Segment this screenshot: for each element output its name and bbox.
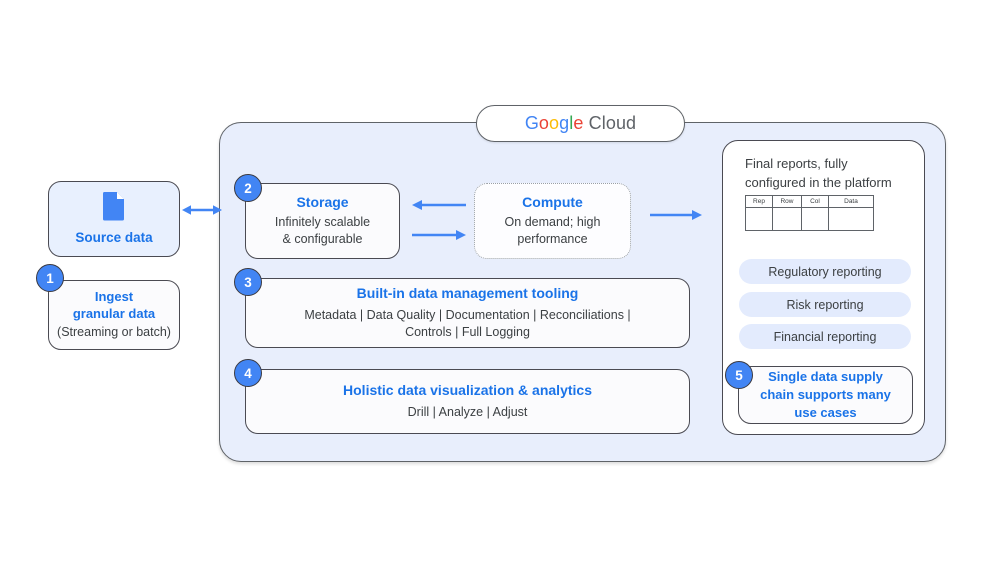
storage-line1: Infinitely scalable: [274, 215, 371, 230]
table-cell-rep: [745, 207, 773, 231]
final-reports-panel: Final reports, fully configured in the p…: [722, 140, 925, 435]
compute-line1: On demand; high: [504, 215, 601, 230]
storage-line2: & configurable: [282, 232, 363, 247]
visualization-line1: Drill | Analyze | Adjust: [407, 404, 528, 419]
google-cloud-logo-badge: Google Cloud: [476, 105, 685, 142]
table-header-data: Data: [828, 195, 874, 208]
data-management-tooling-card: Built-in data management tooling Metadat…: [245, 278, 690, 348]
source-to-platform-arrow: [182, 205, 222, 215]
logo-letter-g2: g: [559, 113, 570, 133]
compute-card: Compute On demand; high performance: [474, 183, 631, 259]
step-badge-4: 4: [234, 359, 262, 387]
compute-to-storage-arrow: [412, 200, 466, 210]
logo-letter-o1: o: [538, 113, 550, 133]
source-data-card: Source data: [48, 181, 180, 257]
storage-card: Storage Infinitely scalable & configurab…: [245, 183, 400, 259]
logo-cloud-text: Cloud: [588, 113, 637, 133]
logo-word-cloud: Cloud: [584, 113, 637, 133]
tooling-title: Built-in data management tooling: [356, 285, 579, 302]
ingest-title-line1: Ingest: [94, 289, 134, 305]
reports-heading-line1: Final reports, fully: [745, 156, 848, 171]
table-header-col: Col: [801, 195, 829, 208]
tooling-line2: Controls | Full Logging: [405, 324, 530, 339]
reports-heading: Final reports, fully configured in the p…: [745, 155, 910, 193]
step-badge-1: 1: [36, 264, 64, 292]
tooling-line1: Metadata | Data Quality | Documentation …: [304, 307, 631, 322]
visualization-title: Holistic data visualization & analytics: [343, 382, 592, 399]
storage-title: Storage: [296, 193, 349, 210]
use-cases-line2: chain supports many: [760, 387, 891, 402]
table-cell-data: [828, 207, 874, 231]
document-icon: [101, 191, 127, 226]
diagram-canvas: Google Cloud Source data Ingest granular…: [0, 0, 1000, 562]
use-cases-line3: use cases: [794, 405, 857, 420]
table-cell-row: [772, 207, 802, 231]
step-badge-5: 5: [725, 361, 753, 389]
report-structure-table: Rep Row Col Data: [745, 195, 874, 231]
table-header-rep: Rep: [745, 195, 773, 208]
source-data-label: Source data: [75, 230, 153, 246]
use-cases-card: Single data supply chain supports many u…: [738, 366, 913, 424]
pill-regulatory-reporting: Regulatory reporting: [739, 259, 911, 284]
compute-title: Compute: [522, 193, 583, 210]
table-cell-col: [801, 207, 829, 231]
google-cloud-logo: Google Cloud: [525, 113, 636, 134]
use-cases-line1: Single data supply: [768, 369, 883, 384]
table-header-row: Rep Row Col Data: [745, 195, 874, 208]
pill-financial-reporting: Financial reporting: [739, 324, 911, 349]
use-cases-text: Single data supply chain supports many u…: [760, 368, 891, 422]
logo-letter-e: e: [573, 113, 584, 133]
table-header-row: Row: [772, 195, 802, 208]
ingest-subtitle: (Streaming or batch): [57, 324, 171, 339]
compute-to-reports-arrow: [650, 210, 702, 220]
step-badge-2: 2: [234, 174, 262, 202]
pill-risk-reporting: Risk reporting: [739, 292, 911, 317]
compute-line2: performance: [517, 232, 588, 247]
data-visualization-card: Holistic data visualization & analytics …: [245, 369, 690, 434]
storage-to-compute-arrow: [412, 230, 466, 240]
table-row: [745, 207, 874, 231]
ingest-title-line2: granular data: [72, 305, 156, 321]
reports-heading-line2: configured in the platform: [745, 174, 892, 190]
step-badge-3: 3: [234, 268, 262, 296]
logo-letter-o2: o: [549, 113, 560, 133]
ingest-granular-data-card: Ingest granular data (Streaming or batch…: [48, 280, 180, 350]
logo-letter-g1: G: [524, 113, 539, 133]
